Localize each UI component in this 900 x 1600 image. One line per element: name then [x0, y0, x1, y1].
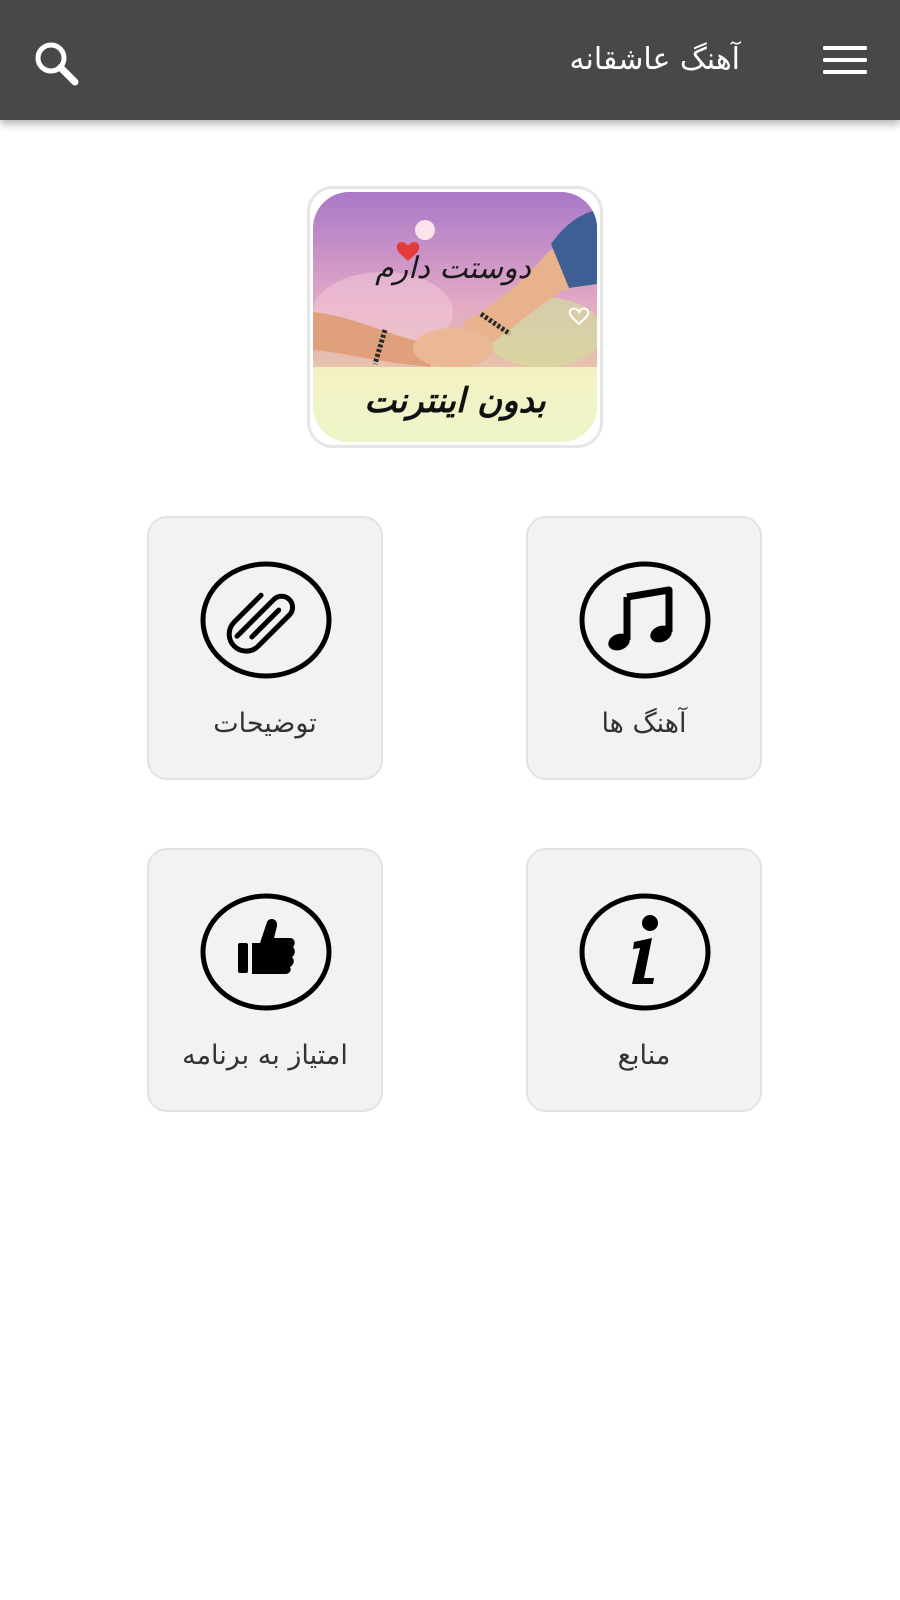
sources-tile[interactable]: منابع	[526, 848, 762, 1112]
banner-caption: بدون اینترنت	[364, 381, 546, 421]
rate-app-tile[interactable]: امتیاز به برنامه	[147, 848, 383, 1112]
sources-label: منابع	[617, 1040, 671, 1071]
banner-script-text: دوستت دارم	[375, 251, 531, 286]
hamburger-menu-icon[interactable]	[816, 34, 874, 86]
app-title: آهنگ عاشقانه	[569, 42, 740, 77]
description-label: توضیحات	[213, 708, 317, 739]
songs-label: آهنگ ها	[601, 708, 687, 739]
music-note-icon	[578, 560, 712, 680]
description-tile[interactable]: توضیحات	[147, 516, 383, 780]
info-icon	[578, 892, 712, 1012]
app-bar: آهنگ عاشقانه	[0, 0, 900, 120]
search-icon[interactable]	[28, 34, 84, 90]
app-banner-image: دوستت دارم بدون اینترنت	[307, 186, 603, 448]
thumbs-up-icon	[199, 892, 333, 1012]
rate-app-label: امتیاز به برنامه	[182, 1040, 348, 1071]
paperclip-icon	[199, 560, 333, 680]
songs-tile[interactable]: آهنگ ها	[526, 516, 762, 780]
